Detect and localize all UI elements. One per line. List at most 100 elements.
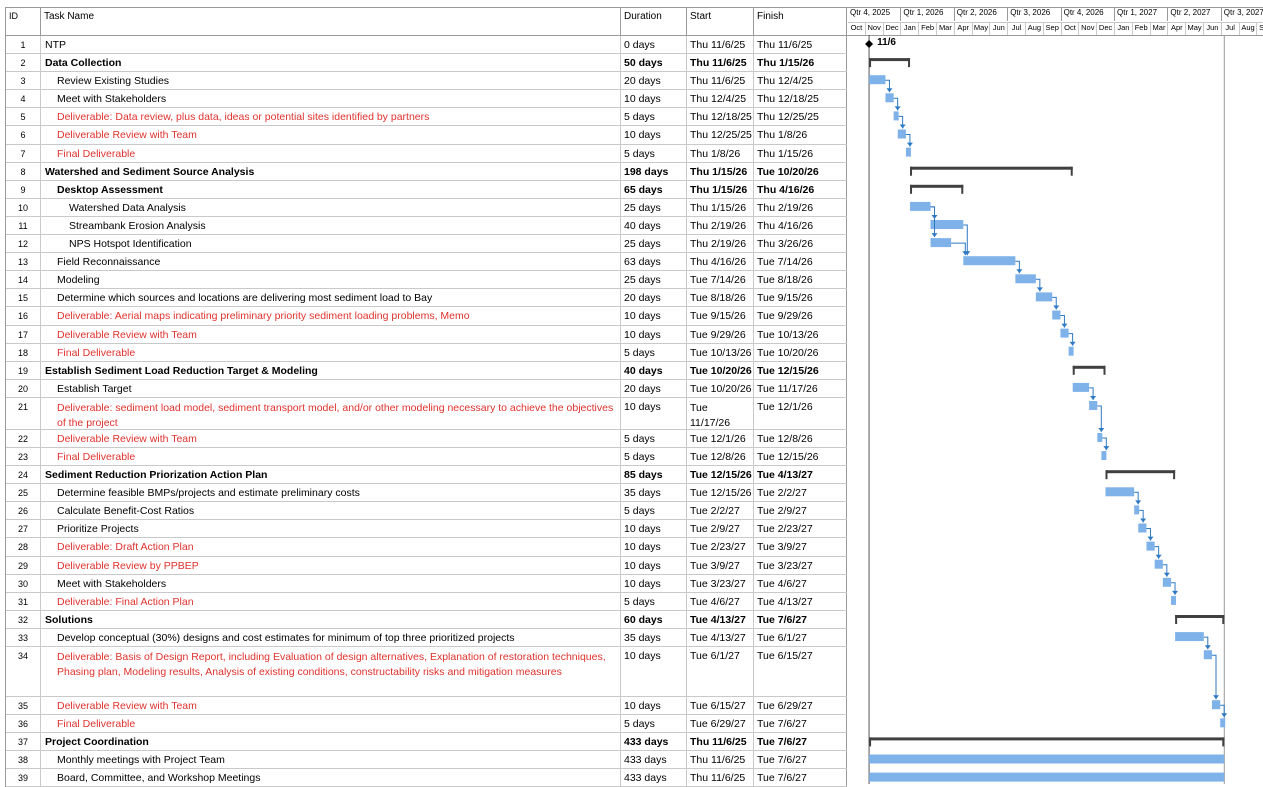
task-row[interactable]: 28 Deliverable: Draft Action Plan 10 days T…	[6, 538, 847, 557]
task-row[interactable]: 8 Watershed and Sediment Source Analysis 1…	[6, 162, 847, 181]
task-row[interactable]: 20 Establish Target 20 days Tue 10/20/26 Tue…	[6, 379, 847, 398]
col-header-finish[interactable]: Finish	[754, 8, 847, 35]
task-bar[interactable]	[1105, 487, 1135, 497]
task-bar[interactable]	[869, 75, 886, 85]
task-row[interactable]: 38 Monthly meetings with Project Team 433 …	[6, 751, 847, 770]
summary-bar-end-cap[interactable]	[1222, 615, 1225, 624]
dependency-arrow	[1212, 695, 1219, 700]
task-row[interactable]: 1 NTP 0 days Thu 11/6/25 Thu 11/6/25	[6, 36, 847, 55]
task-bar[interactable]	[1162, 577, 1172, 587]
task-bar[interactable]	[1138, 523, 1147, 533]
task-row[interactable]: 6 Deliverable Review with Team 10 days Thu …	[6, 126, 847, 145]
task-bar[interactable]	[905, 147, 911, 157]
summary-bar-end-cap[interactable]	[1222, 737, 1225, 747]
summary-bar-end-cap[interactable]	[1103, 365, 1106, 375]
task-row[interactable]: 23 Final Deliverable 5 days Tue 12/8/26 Tue …	[6, 447, 847, 467]
summary-bar-end-cap[interactable]	[1173, 470, 1176, 480]
task-bar[interactable]	[1089, 401, 1098, 410]
col-header-id[interactable]: ID	[6, 8, 41, 35]
task-bar[interactable]	[1101, 451, 1107, 461]
summary-bar-end-cap[interactable]	[1070, 166, 1073, 176]
task-row[interactable]: 37 Project Coordination 433 days Thu 11/6/2…	[6, 733, 847, 752]
summary-bar-start-cap[interactable]	[1175, 615, 1178, 624]
task-bar[interactable]	[1220, 718, 1226, 728]
task-bar[interactable]	[885, 93, 894, 103]
task-row[interactable]: 12 NPS Hotspot Identification 25 days Thu 2…	[6, 235, 847, 254]
task-bar[interactable]	[1072, 382, 1090, 392]
summary-bar-start-cap[interactable]	[869, 737, 872, 747]
task-row[interactable]: 5 Deliverable: Data review, plus data, id…	[6, 108, 847, 127]
summary-bar[interactable]	[910, 166, 1073, 170]
task-row[interactable]: 9 Desktop Assessment 65 days Thu 1/15/26 Thu…	[6, 180, 847, 199]
task-row[interactable]: 34 Deliverable: Basis of Design Report, i…	[6, 647, 847, 697]
task-row[interactable]: 24 Sediment Reduction Priorization Action…	[6, 466, 847, 485]
task-bar[interactable]	[910, 201, 931, 211]
task-row[interactable]: 2 Data Collection 50 days Thu 11/6/25 Thu 1/…	[6, 54, 847, 73]
task-row[interactable]: 39 Board, Committee, and Workshop Meeting…	[6, 769, 847, 787]
task-row[interactable]: 35 Deliverable Review with Team 10 days Tue…	[6, 697, 847, 716]
task-bar[interactable]	[963, 256, 1016, 266]
task-row[interactable]: 32 Solutions 60 days Tue 4/13/27 Tue 7/6/27	[6, 610, 847, 629]
summary-bar-start-cap[interactable]	[910, 184, 913, 194]
task-row[interactable]: 25 Determine feasible BMPs/projects and e…	[6, 484, 847, 503]
task-bar[interactable]	[1211, 700, 1221, 710]
summary-bar-end-cap[interactable]	[908, 58, 911, 68]
task-row[interactable]: 29 Deliverable Review by PPBEP 10 days Tue …	[6, 556, 847, 575]
summary-bar[interactable]	[910, 184, 964, 188]
summary-bar[interactable]	[869, 737, 1225, 741]
task-bar[interactable]	[1175, 632, 1204, 642]
task-bar[interactable]	[1171, 595, 1177, 605]
task-row[interactable]: 4 Meet with Stakeholders 10 days Thu 12/4/2…	[6, 90, 847, 109]
task-row[interactable]: 13 Field Reconnaissance 63 days Thu 4/16/26…	[6, 253, 847, 272]
summary-bar-start-cap[interactable]	[910, 166, 913, 176]
task-row[interactable]: 16 Deliverable: Aerial maps indicating pr…	[6, 307, 847, 326]
task-bar[interactable]	[1134, 505, 1140, 515]
task-row[interactable]: 11 Streambank Erosion Analysis 40 days Thu …	[6, 216, 847, 236]
task-row[interactable]: 10 Watershed Data Analysis 25 days Thu 1/15…	[6, 198, 847, 217]
task-row[interactable]: 7 Final Deliverable 5 days Thu 1/8/26 Thu 1/…	[6, 144, 847, 163]
task-row[interactable]: 21 Deliverable: sediment load model, sedi…	[6, 397, 847, 430]
task-row[interactable]: 36 Final Deliverable 5 days Tue 6/29/27 Tue …	[6, 715, 847, 734]
summary-bar-end-cap[interactable]	[961, 184, 964, 194]
task-bar[interactable]	[930, 238, 951, 248]
task-bar[interactable]	[893, 111, 899, 121]
task-row[interactable]: 30 Meet with Stakeholders 10 days Tue 3/23/…	[6, 574, 847, 593]
task-bar[interactable]	[1154, 559, 1163, 569]
task-row[interactable]: 17 Deliverable Review with Team 10 days Tue…	[6, 325, 847, 344]
task-bar[interactable]	[869, 754, 1225, 764]
summary-bar-start-cap[interactable]	[1072, 365, 1075, 375]
task-bar[interactable]	[1060, 328, 1069, 338]
task-row[interactable]: 27 Prioritize Projects 10 days Tue 2/9/27 Tu…	[6, 520, 847, 539]
task-duration: 35 days	[621, 628, 687, 646]
summary-bar[interactable]	[1175, 615, 1225, 618]
task-row[interactable]: 26 Calculate Benefit-Cost Ratios 5 days Tue…	[6, 502, 847, 521]
task-row[interactable]: 18 Final Deliverable 5 days Tue 10/13/26 Tue…	[6, 343, 847, 362]
task-row[interactable]: 22 Deliverable Review with Team 5 days Tue …	[6, 429, 847, 448]
col-header-task-name[interactable]: Task Name	[41, 8, 621, 35]
task-row[interactable]: 31 Deliverable: Final Action Plan 5 days Tu…	[6, 592, 847, 611]
task-row[interactable]: 19 Establish Sediment Load Reduction Targ…	[6, 361, 847, 380]
task-bar[interactable]	[1203, 650, 1212, 660]
task-bar[interactable]	[1146, 541, 1155, 551]
task-bar[interactable]	[1052, 310, 1061, 320]
task-start: Tue 10/13/26	[687, 343, 754, 361]
task-row[interactable]: 3 Review Existing Studies 20 days Thu 11/6/…	[6, 72, 847, 91]
task-bar[interactable]	[1097, 433, 1103, 442]
summary-bar[interactable]	[869, 58, 911, 62]
summary-bar-start-cap[interactable]	[1105, 470, 1108, 480]
task-row[interactable]: 14 Modeling 25 days Tue 7/14/26 Tue 8/18/26	[6, 271, 847, 290]
summary-bar[interactable]	[1072, 365, 1106, 369]
task-bar[interactable]	[1035, 292, 1053, 302]
col-header-duration[interactable]: Duration	[621, 8, 687, 35]
task-row[interactable]: 33 Develop conceptual (30%) designs and c…	[6, 628, 847, 647]
summary-bar-start-cap[interactable]	[869, 58, 872, 68]
task-bar[interactable]	[869, 772, 1225, 782]
task-bar[interactable]	[930, 220, 964, 229]
task-start: Thu 11/6/25	[687, 36, 754, 54]
task-bar[interactable]	[897, 129, 906, 139]
task-bar[interactable]	[1068, 346, 1074, 356]
col-header-start[interactable]: Start	[687, 8, 754, 35]
task-bar[interactable]	[1015, 274, 1036, 284]
task-row[interactable]: 15 Determine which sources and locations …	[6, 289, 847, 308]
summary-bar[interactable]	[1105, 470, 1176, 474]
